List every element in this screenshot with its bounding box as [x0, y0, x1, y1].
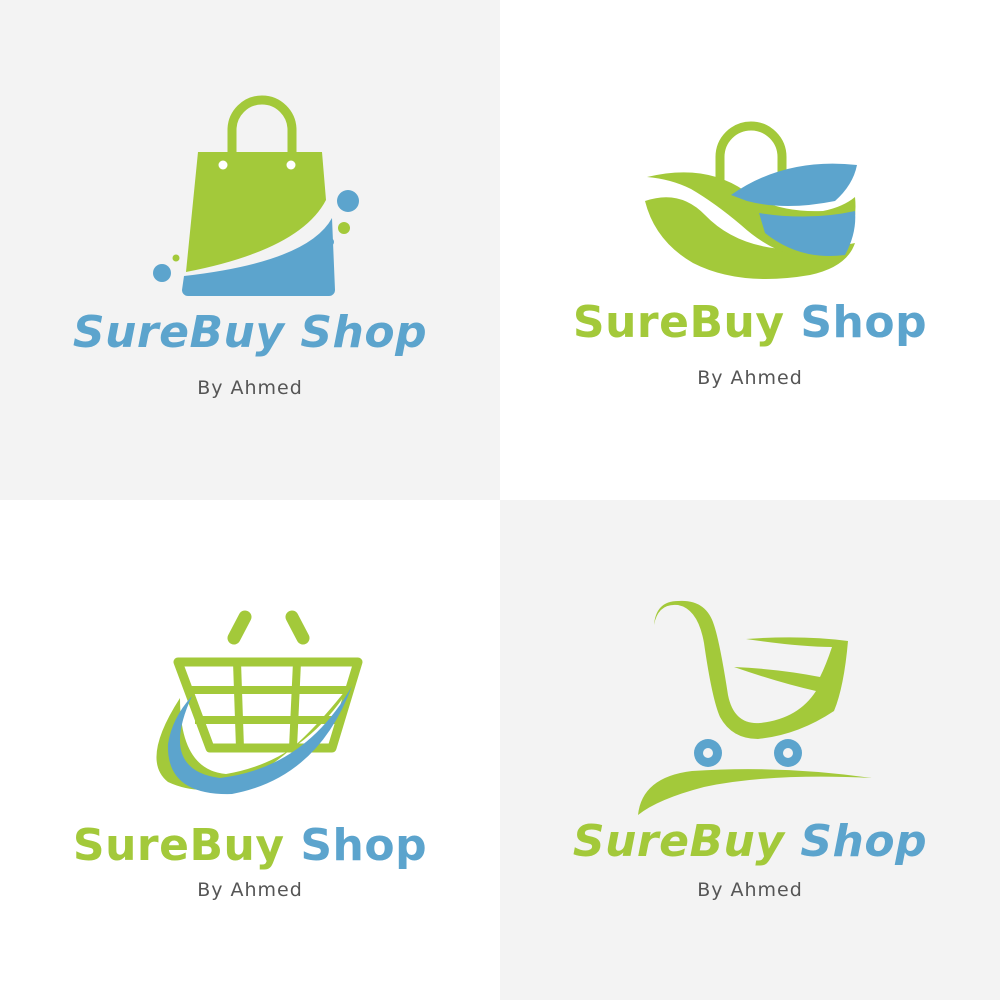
brand-name-part1: SureBuy [572, 297, 785, 348]
brand-name-part2: Shop [800, 816, 928, 867]
brand-name: SureBuy Shop [500, 816, 1000, 867]
brand-name-part2: Shop [300, 820, 428, 871]
logo-grid: SureBuy Shop By Ahmed SureBuy Shop By Ah… [0, 0, 1000, 1000]
brand-name-part1: SureBuy [72, 820, 285, 871]
shopping-bag-icon [153, 95, 359, 296]
brand-name: SureBuy Shop [0, 307, 500, 358]
brand-name-part1: SureBuy [572, 816, 785, 867]
logo-panel-basket: SureBuy Shop By Ahmed [0, 500, 500, 1000]
brand-name: SureBuy Shop [500, 297, 1000, 348]
byline: By Ahmed [197, 879, 303, 901]
logo-panel-cart: SureBuy Shop By Ahmed [500, 500, 1000, 1000]
byline: By Ahmed [697, 879, 803, 901]
brand-name: SureBuy Shop [0, 820, 500, 871]
logo-panel-bag: SureBuy Shop By Ahmed [0, 0, 500, 500]
shopping-basket-icon [156, 610, 363, 795]
leaf-basket-icon [645, 121, 857, 279]
logo-panel-leaf-basket: SureBuy Shop By Ahmed [500, 0, 1000, 500]
shopping-cart-icon [638, 600, 872, 815]
brand-name-part2: Shop [300, 307, 428, 358]
brand-name-part2: Shop [800, 297, 928, 348]
brand-name-part1: SureBuy [72, 307, 285, 358]
byline: By Ahmed [197, 377, 303, 399]
byline: By Ahmed [697, 367, 803, 389]
